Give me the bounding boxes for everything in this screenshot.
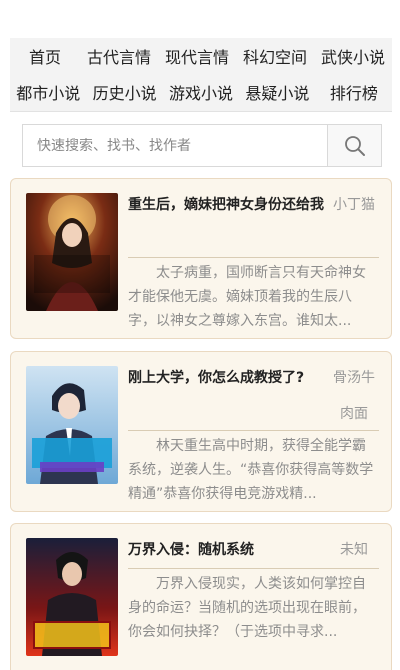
book-title[interactable]: 重生后，嫡妹把神女身份还给我 [128,187,328,223]
book-cover[interactable] [26,366,118,484]
card-divider [128,568,379,569]
card-divider [128,430,379,431]
book-author: 未知 [340,542,368,558]
book-cover-art [26,193,118,311]
nav-row-1: 首页 古代言情 现代言情 科幻空间 武侠小说 [10,38,392,74]
nav-history[interactable]: 历史小说 [86,80,162,104]
book-cover-art [26,366,118,484]
card-divider [128,257,379,258]
search-field [22,124,327,167]
nav-scifi[interactable]: 科幻空间 [236,44,314,68]
search-icon [344,135,365,156]
book-cover[interactable] [26,193,118,311]
book-intro: 太子病重，国师断言只有天命神女才能保他无虞。嫡妹顶着我的生辰八字，以神女之尊嫁入… [128,265,366,329]
book-title[interactable]: 刚上大学，你怎么成教授了? [128,360,328,396]
nav-modern-romance[interactable]: 现代言情 [158,44,236,68]
nav-game[interactable]: 游戏小说 [163,80,239,104]
nav-ranking[interactable]: 排行榜 [316,80,392,104]
nav-wuxia[interactable]: 武侠小说 [314,44,392,68]
nav-mystery[interactable]: 悬疑小说 [239,80,315,104]
book-card[interactable]: 刚上大学，你怎么成教授了? 骨汤牛肉面 林天重生高中时期，获得全能学霸系统，逆袭… [10,351,392,512]
book-card[interactable]: 万界入侵：随机系统 未知 万界入侵现实，人类该如何掌控自身的命运？当随机的选项出… [10,523,392,670]
book-cover[interactable] [26,538,118,656]
category-nav: 首页 古代言情 现代言情 科幻空间 武侠小说 都市小说 历史小说 游戏小说 悬疑… [10,38,392,112]
book-card[interactable]: 重生后，嫡妹把神女身份还给我 小丁猫 太子病重，国师断言只有天命神女才能保他无虞… [10,178,392,339]
search-input[interactable] [37,137,327,154]
nav-home[interactable]: 首页 [10,44,80,68]
search-bar [22,124,382,167]
nav-ancient-romance[interactable]: 古代言情 [80,44,158,68]
nav-row-2: 都市小说 历史小说 游戏小说 悬疑小说 排行榜 [10,74,392,110]
book-author: 小丁猫 [333,197,375,213]
nav-urban[interactable]: 都市小说 [10,80,86,104]
book-author: 骨汤牛肉面 [333,370,375,422]
book-cover-art [26,538,118,656]
book-intro: 万界入侵现实，人类该如何掌控自身的命运？当随机的选项出现在眼前，你会如何抉择？（… [128,576,366,640]
search-button[interactable] [327,124,382,167]
book-intro: 林天重生高中时期，获得全能学霸系统，逆袭人生。“恭喜你获得高等数学精通”恭喜你获… [128,438,374,502]
book-title[interactable]: 万界入侵：随机系统 [128,532,328,568]
